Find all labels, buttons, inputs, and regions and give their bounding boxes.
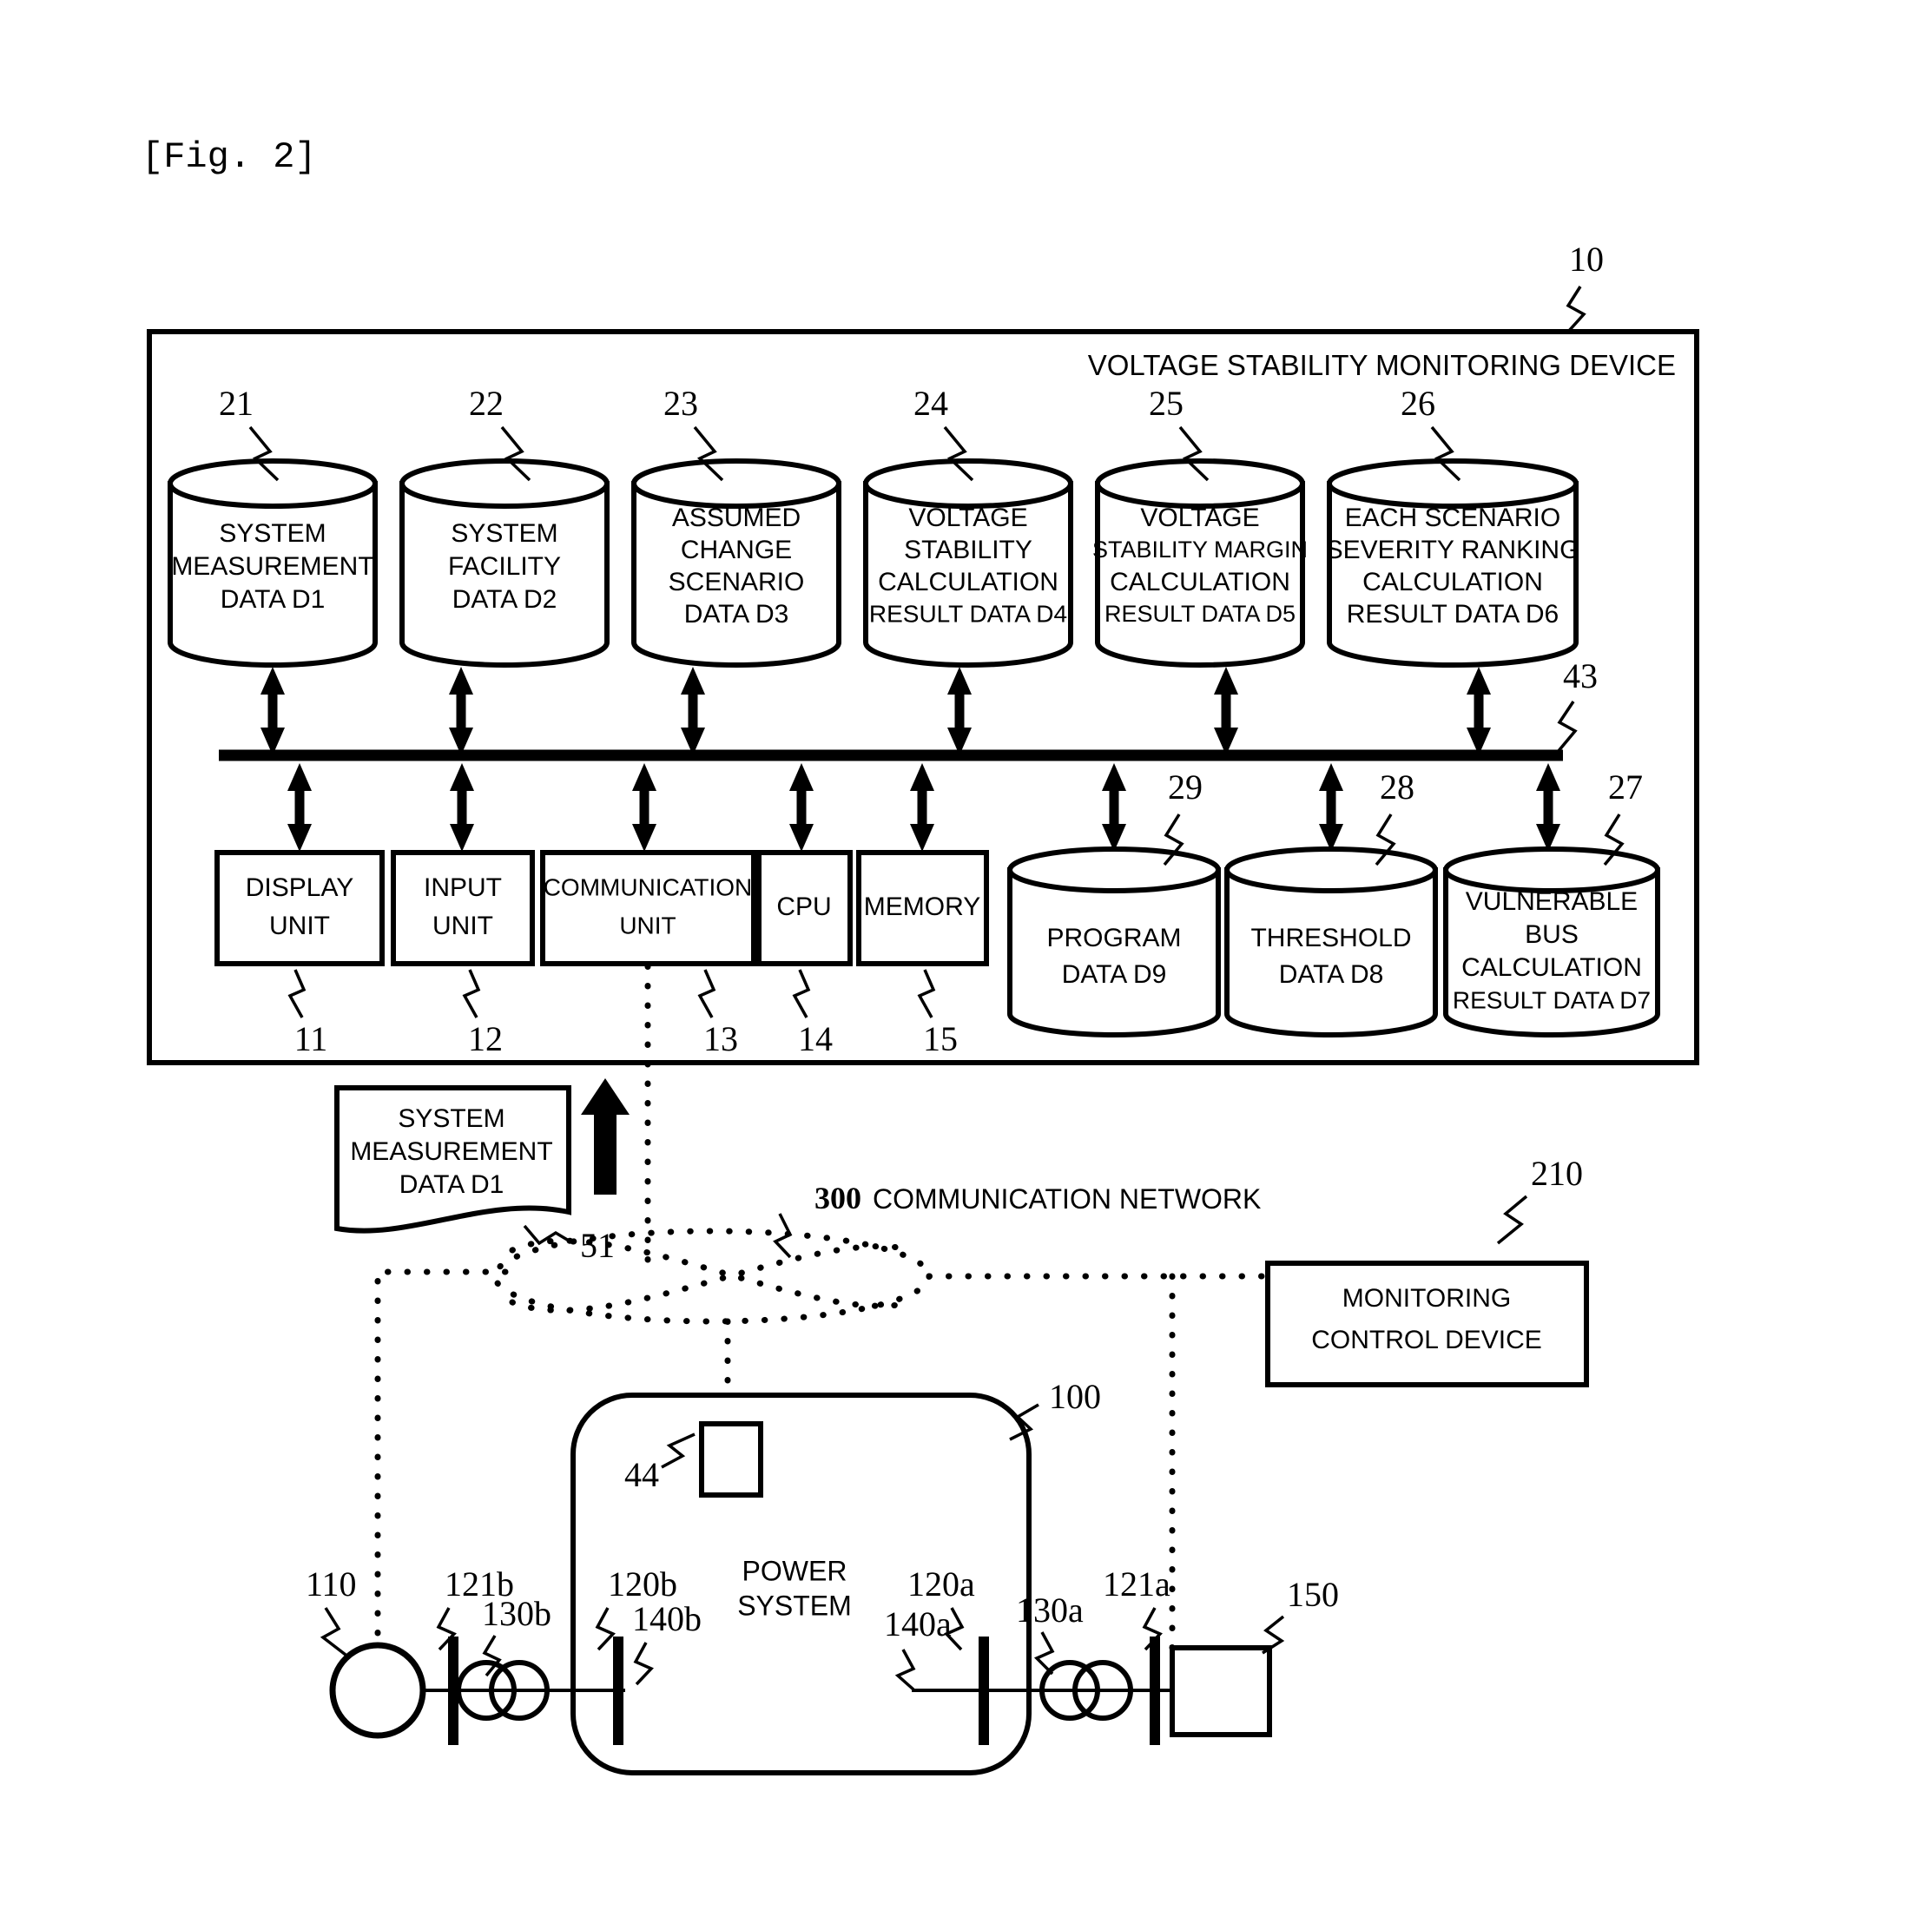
db-line: RESULT DATA D5	[1104, 601, 1296, 627]
mcd-line: CONTROL DEVICE	[1311, 1326, 1542, 1354]
ref-12: 12	[468, 1019, 503, 1058]
unit-line: COMMUNICATION	[544, 873, 753, 900]
load-150: 150	[1170, 1575, 1339, 1737]
unit-line: INPUT	[424, 873, 502, 902]
ref-110: 110	[306, 1564, 357, 1604]
db-line: SYSTEM	[451, 519, 557, 548]
ref-120a: 120a	[907, 1564, 975, 1604]
monitoring-control-device-box: MONITORING CONTROL DEVICE 210	[1265, 1154, 1589, 1387]
unit-line: UNIT	[619, 912, 676, 939]
db-line: VOLTAGE	[908, 504, 1027, 532]
ref-130a: 130a	[1016, 1591, 1084, 1630]
callout-line: MEASUREMENT	[350, 1137, 552, 1166]
db-line: RESULT DATA D6	[1347, 600, 1559, 629]
ps-line: SYSTEM	[737, 1590, 852, 1621]
mcd-line: MONITORING	[1342, 1284, 1511, 1313]
ref-23: 23	[663, 384, 698, 423]
callout-line: DATA D1	[399, 1170, 504, 1199]
upload-arrow-icon	[581, 1078, 630, 1195]
unit-line: CPU	[776, 892, 831, 921]
communication-network-cloud	[491, 1228, 933, 1325]
ref-300: 300	[814, 1181, 861, 1215]
figure-label: [Fig. 2]	[142, 136, 317, 178]
db-line: DATA D1	[221, 585, 326, 614]
ref-44: 44	[624, 1455, 659, 1494]
ref-24: 24	[913, 384, 948, 423]
ps-line: POWER	[742, 1555, 847, 1586]
ref-120b: 120b	[608, 1564, 677, 1604]
transformer-130a: 130a	[1016, 1591, 1133, 1721]
db-line: CALCULATION	[1461, 953, 1642, 982]
ref-26: 26	[1401, 384, 1435, 423]
ref-10-leader	[1566, 286, 1586, 333]
ref-27: 27	[1608, 767, 1643, 807]
db-line: MEASUREMENT	[171, 552, 373, 581]
generator-symbol: 110	[306, 1564, 426, 1739]
ref-15: 15	[923, 1019, 958, 1058]
unit-line: MEMORY	[864, 892, 980, 921]
unit-line: UNIT	[432, 912, 493, 940]
ref-210: 210	[1531, 1154, 1583, 1193]
db-line: CHANGE	[681, 536, 792, 564]
ref-11: 11	[294, 1019, 328, 1058]
unit-line: UNIT	[269, 912, 330, 940]
db-line: VOLTAGE	[1140, 504, 1259, 532]
ref-130b: 130b	[482, 1594, 551, 1633]
db-line: ASSUMED	[672, 504, 801, 532]
db-line: CALCULATION	[1362, 568, 1543, 596]
ref-14: 14	[798, 1019, 833, 1058]
network-label: COMMUNICATION NETWORK	[873, 1183, 1261, 1215]
db-line: BUS	[1525, 920, 1579, 949]
db-line: THRESHOLD	[1250, 924, 1411, 952]
ref-25: 25	[1149, 384, 1184, 423]
db-line: SCENARIO	[669, 568, 805, 596]
ref-100: 100	[1049, 1377, 1101, 1416]
db-line: VULNERABLE	[1466, 887, 1638, 916]
ref-300-leader	[773, 1213, 793, 1259]
db-line: DATA D9	[1062, 960, 1167, 989]
db-line: EACH SCENARIO	[1345, 504, 1560, 532]
db-line: CALCULATION	[1110, 568, 1290, 596]
ref-22: 22	[469, 384, 504, 423]
patent-figure-2: [Fig. 2] 10 VOLTAGE STABILITY MONITORING…	[0, 0, 1932, 1910]
ref-28: 28	[1380, 767, 1414, 807]
device-title: VOLTAGE STABILITY MONITORING DEVICE	[1088, 349, 1676, 381]
ref-140b: 140b	[632, 1599, 702, 1638]
db-line: RESULT DATA D4	[869, 600, 1067, 627]
db-line: DATA D3	[684, 600, 789, 629]
db-line: SEVERITY RANKING	[1326, 536, 1580, 564]
ref-21: 21	[219, 384, 254, 423]
callout-line: SYSTEM	[398, 1104, 504, 1133]
db-line: STABILITY	[904, 536, 1032, 564]
ref-13: 13	[703, 1019, 738, 1058]
ref-150: 150	[1287, 1575, 1339, 1614]
ref-140a: 140a	[884, 1604, 952, 1643]
db-line: FACILITY	[448, 552, 561, 581]
db-line: DATA D2	[452, 585, 557, 614]
ref-29: 29	[1168, 767, 1203, 807]
ref-43: 43	[1563, 656, 1598, 695]
db-line: SYSTEM	[219, 519, 326, 548]
ref-121a: 121a	[1103, 1564, 1170, 1604]
db-line: STABILITY MARGIN	[1092, 537, 1308, 563]
db-line: RESULT DATA D7	[1453, 986, 1651, 1013]
transformer-130b: 130b	[456, 1594, 551, 1721]
db-line: DATA D8	[1279, 960, 1384, 989]
db-line: CALCULATION	[878, 568, 1058, 596]
callout-system-measurement-data: SYSTEM MEASUREMENT DATA D1 51	[334, 1085, 615, 1265]
db-line: PROGRAM	[1046, 924, 1181, 952]
unit-line: DISPLAY	[246, 873, 354, 902]
ref-10: 10	[1569, 240, 1604, 279]
